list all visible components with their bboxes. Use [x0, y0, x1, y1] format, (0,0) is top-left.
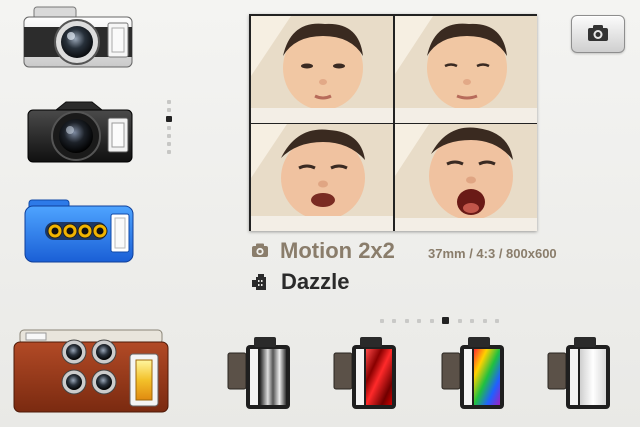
preview-frame-2 [395, 16, 537, 123]
page-dot-active [166, 116, 172, 122]
page-dot [392, 318, 397, 323]
baby-face-photo [251, 16, 393, 123]
preview-frame-4 [395, 124, 537, 231]
page-dot [417, 318, 422, 323]
preview-frame-3 [251, 124, 393, 231]
camera-icon [252, 243, 268, 257]
film-roll-rainbow-button[interactable] [440, 337, 512, 413]
silver-camera-icon [23, 6, 133, 68]
baby-face-photo [395, 16, 537, 123]
page-dot [380, 318, 384, 323]
black-slr-camera-icon [27, 101, 133, 163]
film-roll-grayscale-button[interactable] [226, 337, 298, 413]
film-canister-icon [252, 274, 266, 290]
preview-frame-1 [251, 16, 393, 123]
page-dot [404, 318, 409, 323]
film-roll-white-button[interactable] [546, 337, 618, 413]
preview-image-grid[interactable] [249, 14, 537, 231]
film-roll-white-icon [547, 337, 610, 409]
camera-blue-multi-lens-button[interactable] [23, 198, 135, 266]
shutter-button[interactable] [571, 15, 625, 53]
film-name: Dazzle [281, 269, 350, 294]
baby-face-photo [395, 124, 537, 231]
page-dot [167, 108, 171, 112]
baby-face-photo [251, 124, 393, 231]
film-roll-red-icon [333, 337, 396, 409]
page-dot [429, 318, 434, 323]
film-roll-grayscale-icon [227, 337, 290, 409]
mode-title: Motion 2x2 [280, 238, 395, 263]
camera-classic-silver-button[interactable] [22, 5, 134, 71]
page-dot [167, 150, 171, 154]
current-camera-red-four-lens[interactable] [12, 328, 170, 416]
page-dot [167, 134, 171, 138]
blue-camera-icon [24, 199, 134, 263]
film-roll-red-button[interactable] [332, 337, 404, 413]
film-roll-rainbow-icon [441, 337, 504, 409]
camera-black-slr-button[interactable] [26, 100, 134, 166]
page-dot [482, 318, 487, 323]
film-page-indicator [380, 312, 503, 325]
camera-icon [588, 25, 608, 41]
red-four-lens-camera-icon [13, 329, 169, 413]
page-dot [167, 142, 171, 146]
mode-specs: 37mm / 4:3 / 800x600 [428, 246, 557, 261]
page-dot [457, 318, 462, 323]
page-dot [167, 126, 171, 130]
camera-page-indicator [166, 100, 172, 158]
page-dot [470, 318, 475, 323]
page-dot [167, 100, 171, 104]
page-dot [495, 318, 500, 323]
page-dot-active [442, 317, 450, 325]
